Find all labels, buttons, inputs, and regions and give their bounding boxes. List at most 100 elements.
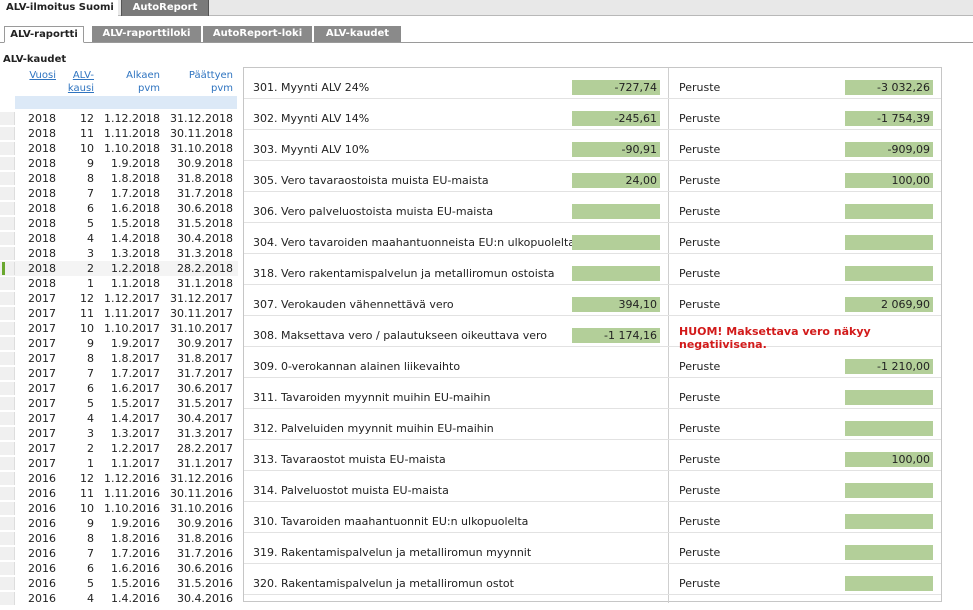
row-indicator xyxy=(0,127,15,140)
period-row[interactable]: 2017 10 1.10.2017 31.10.2017 xyxy=(0,321,238,336)
period-row[interactable]: 2017 8 1.8.2017 31.8.2017 xyxy=(0,351,238,366)
peruste-value-field xyxy=(845,545,933,560)
row-indicator xyxy=(0,367,15,380)
period-row[interactable]: 2018 9 1.9.2018 30.9.2018 xyxy=(0,156,238,171)
period-end: 30.11.2017 xyxy=(170,307,233,320)
period-end: 31.10.2016 xyxy=(170,502,233,515)
period-row[interactable]: 2017 6 1.6.2017 30.6.2017 xyxy=(0,381,238,396)
period-row[interactable]: 2018 3 1.3.2018 31.3.2018 xyxy=(0,246,238,261)
period-row[interactable]: 2016 4 1.4.2016 30.4.2016 xyxy=(0,591,238,606)
period-row[interactable]: 2018 2 1.2.2018 28.2.2018 xyxy=(0,261,238,276)
period-row[interactable]: 2016 9 1.9.2016 30.9.2016 xyxy=(0,516,238,531)
period-row[interactable]: 2016 5 1.5.2016 31.5.2016 xyxy=(0,576,238,591)
period-row[interactable]: 2016 10 1.10.2016 31.10.2016 xyxy=(0,501,238,516)
report-row: 307. Verokauden vähennettävä vero 394,10 P… xyxy=(244,285,941,316)
report-row-label: 319. Rakentamispalvelun ja metalliromun … xyxy=(253,546,532,559)
header-alv-kausi-line2[interactable]: kausi xyxy=(62,82,94,95)
row-indicator xyxy=(0,382,15,395)
period-end: 31.7.2018 xyxy=(177,187,233,200)
period-end: 30.4.2017 xyxy=(177,412,233,425)
period-year: 2017 xyxy=(28,337,56,350)
period-row[interactable]: 2018 8 1.8.2018 31.8.2018 xyxy=(0,171,238,186)
period-row[interactable]: 2018 12 1.12.2018 31.12.2018 xyxy=(0,111,238,126)
period-end: 31.12.2016 xyxy=(170,472,233,485)
period-start: 1.11.2016 xyxy=(104,487,160,500)
period-number: 3 xyxy=(87,247,94,260)
period-end: 31.8.2018 xyxy=(177,172,233,185)
period-row[interactable]: 2017 9 1.9.2017 30.9.2017 xyxy=(0,336,238,351)
period-row[interactable]: 2017 4 1.4.2017 30.4.2017 xyxy=(0,411,238,426)
period-row[interactable]: 2018 6 1.6.2018 30.6.2018 xyxy=(0,201,238,216)
period-row[interactable]: 2016 12 1.12.2016 31.12.2016 xyxy=(0,471,238,486)
period-row[interactable]: 2018 1 1.1.2018 31.1.2018 xyxy=(0,276,238,291)
period-end: 31.12.2018 xyxy=(170,112,233,125)
period-row[interactable]: 2017 3 1.3.2017 31.3.2017 xyxy=(0,426,238,441)
period-number: 9 xyxy=(87,337,94,350)
row-indicator xyxy=(0,187,15,200)
report-row: 306. Vero palveluostoista muista EU-mais… xyxy=(244,192,941,223)
period-row[interactable]: 2016 11 1.11.2016 30.11.2016 xyxy=(0,486,238,501)
period-end: 31.3.2018 xyxy=(177,247,233,260)
period-number: 9 xyxy=(87,157,94,170)
period-row[interactable]: 2016 7 1.7.2016 31.7.2016 xyxy=(0,546,238,561)
period-year: 2016 xyxy=(28,592,56,605)
period-row[interactable]: 2018 4 1.4.2018 30.4.2018 xyxy=(0,231,238,246)
header-vuosi[interactable]: Vuosi xyxy=(15,69,56,82)
peruste-label: Peruste xyxy=(679,484,721,497)
period-end: 31.10.2017 xyxy=(170,322,233,335)
period-row[interactable]: 2016 8 1.8.2016 31.8.2016 xyxy=(0,531,238,546)
period-row[interactable]: 2017 11 1.11.2017 30.11.2017 xyxy=(0,306,238,321)
tax-value-field: -90,91 xyxy=(572,142,660,157)
period-number: 8 xyxy=(87,172,94,185)
header-alv-kausi-line1[interactable]: ALV- xyxy=(62,69,94,82)
period-end: 31.8.2017 xyxy=(177,352,233,365)
period-row[interactable]: 2018 5 1.5.2018 31.5.2018 xyxy=(0,216,238,231)
period-start: 1.9.2018 xyxy=(111,157,160,170)
report-row: 313. Tavaraostot muista EU-maista Peruste… xyxy=(244,440,941,471)
tab-alv-raporttiloki[interactable]: ALV-raporttiloki xyxy=(92,26,202,42)
period-row[interactable]: 2017 12 1.12.2017 31.12.2017 xyxy=(0,291,238,306)
tab-alv-ilmoitus-suomi[interactable]: ALV-ilmoitus Suomi xyxy=(0,0,118,17)
period-number: 12 xyxy=(80,292,94,305)
period-row[interactable]: 2017 5 1.5.2017 31.5.2017 xyxy=(0,396,238,411)
period-year: 2017 xyxy=(28,307,56,320)
period-row[interactable]: 2016 6 1.6.2016 30.6.2016 xyxy=(0,561,238,576)
period-start: 1.5.2016 xyxy=(111,577,160,590)
period-end: 31.7.2017 xyxy=(177,367,233,380)
period-year: 2017 xyxy=(28,457,56,470)
period-row[interactable]: 2018 10 1.10.2018 31.10.2018 xyxy=(0,141,238,156)
row-indicator xyxy=(0,172,15,185)
peruste-label: Peruste xyxy=(679,360,721,373)
report-row-label: 301. Myynti ALV 24% xyxy=(253,81,370,94)
period-number: 11 xyxy=(80,487,94,500)
period-end: 30.4.2018 xyxy=(177,232,233,245)
period-number: 4 xyxy=(87,412,94,425)
period-number: 4 xyxy=(87,592,94,605)
row-indicator xyxy=(0,532,15,545)
peruste-value-field: -1 210,00 xyxy=(845,359,933,374)
period-year: 2016 xyxy=(28,487,56,500)
tab-alv-kaudet[interactable]: ALV-kaudet xyxy=(314,26,402,42)
period-row[interactable]: 2018 7 1.7.2018 31.7.2018 xyxy=(0,186,238,201)
period-row[interactable]: 2017 1 1.1.2017 31.1.2017 xyxy=(0,456,238,471)
peruste-label: Peruste xyxy=(679,422,721,435)
peruste-label: Peruste xyxy=(679,143,721,156)
period-row[interactable]: 2017 2 1.2.2017 28.2.2017 xyxy=(0,441,238,456)
row-indicator xyxy=(0,457,15,470)
period-end: 30.6.2018 xyxy=(177,202,233,215)
period-end: 30.6.2017 xyxy=(177,382,233,395)
period-row[interactable]: 2018 11 1.11.2018 30.11.2018 xyxy=(0,126,238,141)
period-end: 30.9.2017 xyxy=(177,337,233,350)
report-row-label: 308. Maksettava vero / palautukseen oike… xyxy=(253,329,547,342)
tax-value-field xyxy=(572,204,660,219)
period-row[interactable]: 2017 7 1.7.2017 31.7.2017 xyxy=(0,366,238,381)
period-number: 11 xyxy=(80,307,94,320)
tab-autoreport-loki[interactable]: AutoReport-loki xyxy=(203,26,313,42)
header-alkaen: Alkaen xyxy=(126,70,160,81)
tab-autoreport[interactable]: AutoReport xyxy=(121,0,209,16)
new-period-row[interactable] xyxy=(15,96,237,109)
period-start: 1.4.2016 xyxy=(111,592,160,605)
peruste-value-field: -1 754,39 xyxy=(845,111,933,126)
period-end: 30.9.2018 xyxy=(177,157,233,170)
tab-alv-raportti[interactable]: ALV-raportti xyxy=(4,26,84,43)
